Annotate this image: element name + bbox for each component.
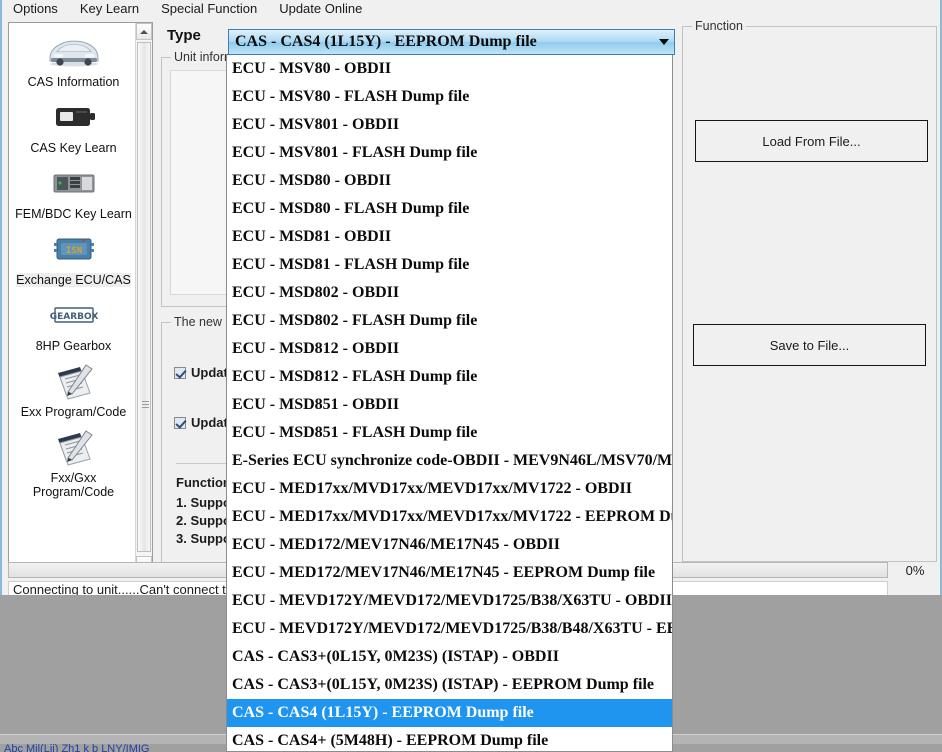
chevron-down-icon[interactable] xyxy=(654,30,674,54)
svg-text:ISN: ISN xyxy=(65,246,81,256)
combobox-option[interactable]: ECU - MSD851 - OBDII xyxy=(227,391,672,419)
type-label: Type xyxy=(167,27,201,44)
sidebar-item-label: Exx Program/Code xyxy=(21,405,127,419)
function-heading: Function xyxy=(176,475,231,490)
sidebar-panel: CAS Information CAS Key Learn xyxy=(8,22,153,574)
isn-chip-icon: ISN xyxy=(45,227,103,271)
sidebar-scrollbar[interactable] xyxy=(135,23,152,573)
menu-key-learn[interactable]: Key Learn xyxy=(69,0,150,18)
documents-pen-icon xyxy=(45,425,103,469)
documents-pen-icon xyxy=(45,359,103,403)
combobox-option[interactable]: ECU - MSD80 - FLASH Dump file xyxy=(227,195,672,223)
type-combobox-value: CAS - CAS4 (1L15Y) - EEPROM Dump file xyxy=(229,33,654,51)
scrollbar-track[interactable] xyxy=(136,40,152,556)
combobox-option[interactable]: ECU - MEVD172Y/MEVD172/MEVD1725/B38/X63T… xyxy=(227,587,672,615)
gearbox-icon: GEARBOX xyxy=(45,293,103,337)
sidebar-item-label: FEM/BDC Key Learn xyxy=(15,207,132,221)
sidebar-item-label: Fxx/Gxx Program/Code xyxy=(11,471,137,499)
save-to-file-button[interactable]: Save to File... xyxy=(693,324,926,366)
combobox-option[interactable]: ECU - MSD81 - FLASH Dump file xyxy=(227,251,672,279)
combobox-option[interactable]: ECU - MSV801 - OBDII xyxy=(227,111,672,139)
ecu-module-icon xyxy=(45,95,103,139)
combobox-option[interactable]: ECU - MSD851 - FLASH Dump file xyxy=(227,419,672,447)
combobox-option[interactable]: ECU - MED17xx/MVD17xx/MEVD17xx/MV1722 - … xyxy=(227,503,672,531)
combobox-option[interactable]: ECU - MSD81 - OBDII xyxy=(227,223,672,251)
menu-options[interactable]: Options xyxy=(2,0,69,18)
sidebar-item-label: Exchange ECU/CAS xyxy=(16,273,131,287)
combobox-option[interactable]: ECU - MED172/MEV17N46/ME17N45 - OBDII xyxy=(227,531,672,559)
menu-update-online[interactable]: Update Online xyxy=(268,0,373,18)
circuit-board-icon xyxy=(45,161,103,205)
scrollbar-grip-icon xyxy=(142,401,149,408)
scrollbar-thumb[interactable] xyxy=(137,42,151,552)
function-groupbox-title: Function xyxy=(692,19,746,33)
combobox-option[interactable]: ECU - MSD812 - FLASH Dump file xyxy=(227,363,672,391)
desktop-bottom-text: Abc Mil(Lii) Zh1 k b LNY/IMIG xyxy=(4,744,149,752)
sidebar-item-8hp-gearbox[interactable]: GEARBOX 8HP Gearbox xyxy=(9,293,138,353)
combobox-option[interactable]: CAS - CAS3+(0L15Y, 0M23S) (ISTAP) - EEPR… xyxy=(227,671,672,699)
combobox-option[interactable]: ECU - MED172/MEV17N46/ME17N45 - EEPROM D… xyxy=(227,559,672,587)
combobox-option[interactable]: CAS - CAS3+(0L15Y, 0M23S) (ISTAP) - OBDI… xyxy=(227,643,672,671)
combobox-option[interactable]: ECU - MSD802 - FLASH Dump file xyxy=(227,307,672,335)
combobox-option[interactable]: ECU - MSV80 - FLASH Dump file xyxy=(227,83,672,111)
type-combobox-dropdown-list[interactable]: ECU - MSV80 - OBDIIECU - MSV80 - FLASH D… xyxy=(226,55,673,752)
checkbox-checked-icon[interactable] xyxy=(174,417,186,429)
load-from-file-button[interactable]: Load From File... xyxy=(695,120,928,162)
chevron-up-icon xyxy=(140,30,148,34)
combobox-option[interactable]: ECU - MSV801 - FLASH Dump file xyxy=(227,139,672,167)
combobox-option[interactable]: ECU - MEVD172Y/MEVD172/MEVD1725/B38/B48/… xyxy=(227,615,672,643)
combobox-option[interactable]: ECU - MSD802 - OBDII xyxy=(227,279,672,307)
sidebar-item-cas-information[interactable]: CAS Information xyxy=(9,29,138,89)
sidebar-item-exchange-ecu-cas[interactable]: ISN Exchange ECU/CAS xyxy=(9,227,138,287)
combobox-option[interactable]: E-Series ECU synchronize code-OBDII - ME… xyxy=(227,447,672,475)
svg-text:GEARBOX: GEARBOX xyxy=(49,312,98,322)
progress-percent-label: 0% xyxy=(895,563,935,577)
type-combobox[interactable]: CAS - CAS4 (1L15Y) - EEPROM Dump file xyxy=(228,29,675,55)
sidebar-item-list: CAS Information CAS Key Learn xyxy=(9,23,138,573)
combobox-option[interactable]: ECU - MED17xx/MVD17xx/MEVD17xx/MV1722 - … xyxy=(227,475,672,503)
function-groupbox: Function Load From File... Save to File.… xyxy=(682,26,937,562)
combobox-option[interactable]: ECU - MSD812 - OBDII xyxy=(227,335,672,363)
scrollbar-up-button[interactable] xyxy=(136,23,152,40)
sidebar-item-label: 8HP Gearbox xyxy=(36,339,112,353)
menu-bar: Options Key Learn Special Function Updat… xyxy=(2,0,940,18)
sidebar-item-label: CAS Information xyxy=(28,75,120,89)
combobox-option[interactable]: ECU - MSV80 - OBDII xyxy=(227,55,672,83)
combobox-option[interactable]: ECU - MSD80 - OBDII xyxy=(227,167,672,195)
car-icon xyxy=(45,29,103,73)
combobox-option[interactable]: CAS - CAS4 (1L15Y) - EEPROM Dump file xyxy=(227,699,672,727)
sidebar-item-fxx-gxx-program-code[interactable]: Fxx/Gxx Program/Code xyxy=(9,425,138,499)
sidebar-item-fem-bdc-key-learn[interactable]: FEM/BDC Key Learn xyxy=(9,161,138,221)
checkbox-checked-icon[interactable] xyxy=(174,367,186,379)
sidebar-item-label: CAS Key Learn xyxy=(30,141,116,155)
sidebar-item-exx-program-code[interactable]: Exx Program/Code xyxy=(9,359,138,419)
menu-special-function[interactable]: Special Function xyxy=(150,0,268,18)
sidebar-item-cas-key-learn[interactable]: CAS Key Learn xyxy=(9,95,138,155)
combobox-option[interactable]: CAS - CAS4+ (5M48H) - EEPROM Dump file xyxy=(227,727,672,752)
